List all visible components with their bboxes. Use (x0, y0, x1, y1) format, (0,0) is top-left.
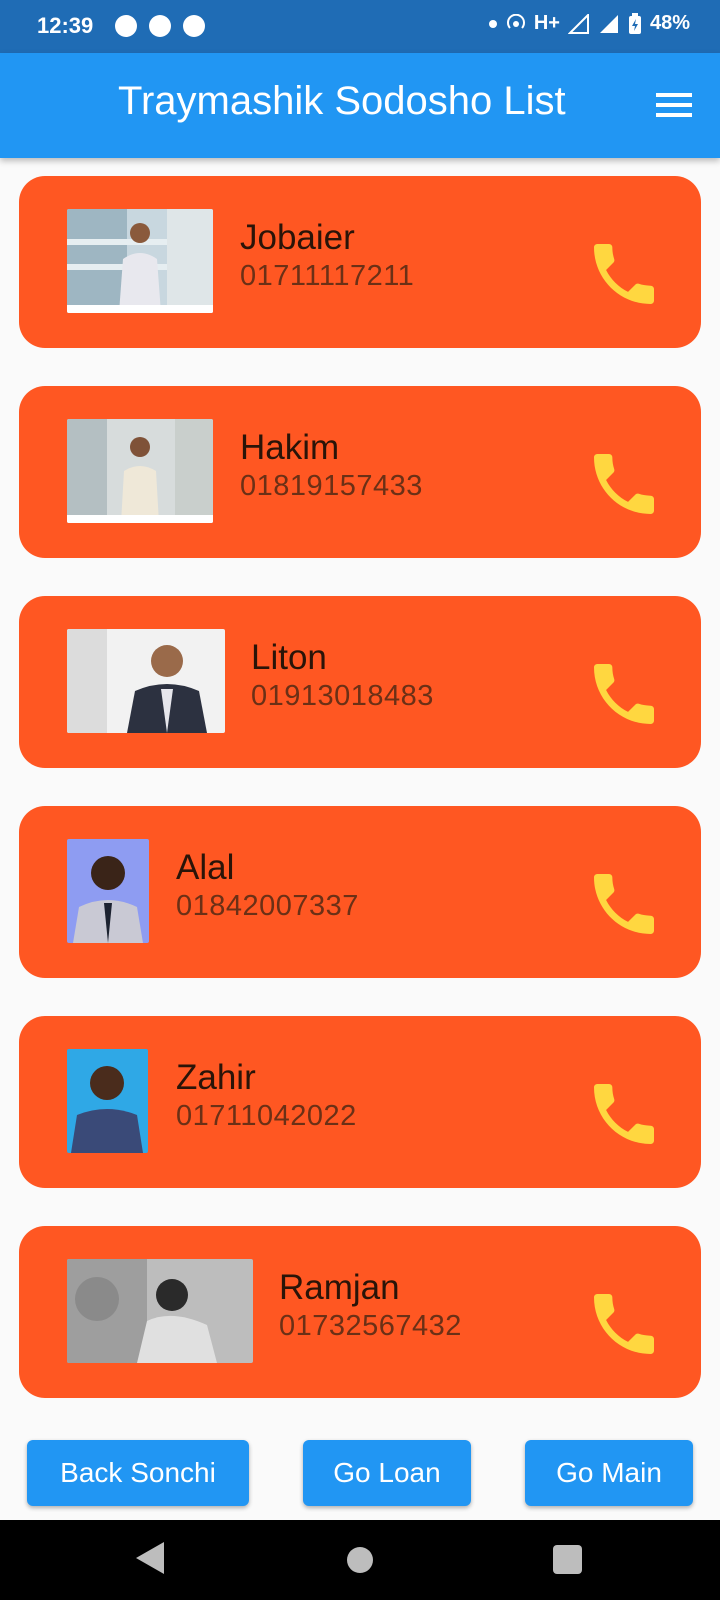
app-bar: Traymashik Sodosho List (0, 53, 720, 158)
phone-icon[interactable] (584, 654, 664, 734)
pinterest-icon (183, 15, 205, 37)
contact-photo (67, 419, 213, 523)
contact-card[interactable]: Hakim 01819157433 (19, 386, 701, 558)
contact-phone: 01819157433 (240, 470, 423, 502)
contact-name: Zahir (176, 1058, 256, 1097)
status-bar: 12:39 H+ 48% (0, 0, 720, 53)
back-triangle-icon[interactable] (136, 1542, 164, 1574)
contact-name: Hakim (240, 428, 340, 467)
contact-name: Ramjan (279, 1268, 400, 1307)
phone-icon[interactable] (584, 444, 664, 524)
contact-list[interactable]: Jobaier 01711117211 Hakim 01819157433 Li… (0, 158, 720, 1406)
network-type: H+ (533, 12, 560, 34)
contact-phone: 01842007337 (176, 890, 359, 922)
contact-photo (67, 1259, 253, 1363)
back-sonchi-button[interactable]: Back Sonchi (27, 1440, 249, 1506)
contact-info: Jobaier 01711117211 (240, 218, 414, 294)
contact-phone: 01732567432 (279, 1310, 462, 1342)
battery-level: 48% (649, 12, 690, 34)
contact-card[interactable]: Jobaier 01711117211 (19, 176, 701, 348)
contact-phone: 01711117211 (240, 260, 415, 292)
bottom-button-bar: Back Sonchi Go Loan Go Main (0, 1440, 720, 1510)
contact-photo (67, 839, 149, 943)
contact-phone: 01913018483 (251, 680, 434, 712)
contact-card[interactable]: Ramjan 01732567432 (19, 1226, 701, 1398)
signal-icon (567, 13, 589, 34)
contact-name: Jobaier (240, 218, 355, 257)
dot-icon (488, 19, 497, 28)
phone-icon[interactable] (584, 234, 664, 314)
contact-info: Zahir 01711042022 (176, 1058, 357, 1134)
status-indicators: H+ 48% (488, 12, 690, 35)
contact-card[interactable]: Liton 01913018483 (19, 596, 701, 768)
contact-info: Ramjan 01732567432 (279, 1268, 462, 1344)
hotspot-icon (506, 13, 525, 29)
contact-name: Liton (251, 638, 327, 677)
phone-icon[interactable] (584, 1074, 664, 1154)
contact-card[interactable]: Alal 01842007337 (19, 806, 701, 978)
contact-photo (67, 1049, 148, 1153)
contact-info: Alal 01842007337 (176, 848, 359, 924)
contact-photo (67, 629, 225, 733)
menu-icon[interactable] (654, 89, 694, 123)
contact-name: Alal (176, 848, 235, 887)
pinterest-icon (115, 15, 137, 37)
system-nav-bar (0, 1520, 720, 1600)
status-time: 12:39 (37, 13, 94, 38)
phone-icon[interactable] (584, 1284, 664, 1364)
contact-card[interactable]: Zahir 01711042022 (19, 1016, 701, 1188)
page-title: Traymashik Sodosho List (118, 79, 566, 123)
go-loan-button[interactable]: Go Loan (303, 1440, 471, 1506)
phone-icon[interactable] (584, 864, 664, 944)
home-circle-icon[interactable] (347, 1547, 373, 1573)
go-main-button[interactable]: Go Main (525, 1440, 693, 1506)
battery-icon (628, 12, 641, 34)
contact-info: Hakim 01819157433 (240, 428, 423, 504)
signal-icon (599, 14, 618, 33)
messenger-icon (149, 15, 171, 37)
recents-square-icon[interactable] (553, 1545, 582, 1574)
contact-photo (67, 209, 213, 313)
notification-icons (115, 15, 205, 37)
contact-phone: 01711042022 (176, 1100, 357, 1132)
contact-info: Liton 01913018483 (251, 638, 434, 714)
